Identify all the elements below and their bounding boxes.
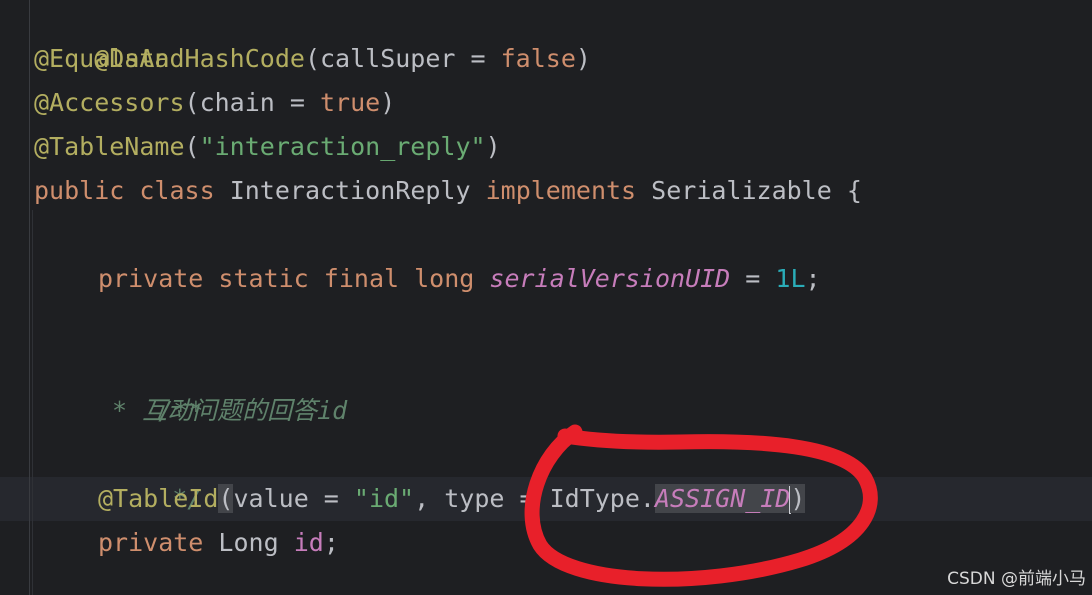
code-editor[interactable]: @Data @EqualsAndHashCode(callSuper = fal… (0, 0, 1092, 595)
watermark: CSDN @前端小马 (947, 569, 1086, 589)
red-marker-circle (524, 424, 878, 587)
